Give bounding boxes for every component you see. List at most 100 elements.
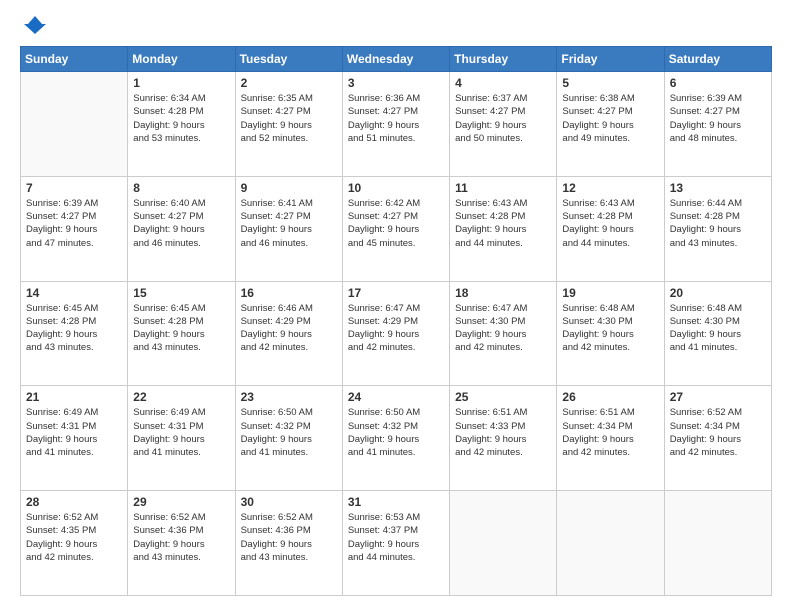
day-info: Sunrise: 6:43 AMSunset: 4:28 PMDaylight:… [455, 197, 551, 250]
calendar-cell: 11 Sunrise: 6:43 AMSunset: 4:28 PMDayligh… [450, 176, 557, 281]
day-info: Sunrise: 6:51 AMSunset: 4:34 PMDaylight:… [562, 406, 658, 459]
day-info: Sunrise: 6:52 AMSunset: 4:34 PMDaylight:… [670, 406, 766, 459]
week-row-5: 28 Sunrise: 6:52 AMSunset: 4:35 PMDayligh… [21, 491, 772, 596]
day-number: 8 [133, 181, 229, 195]
day-number: 27 [670, 390, 766, 404]
day-number: 20 [670, 286, 766, 300]
calendar-cell: 10 Sunrise: 6:42 AMSunset: 4:27 PMDayligh… [342, 176, 449, 281]
day-info: Sunrise: 6:50 AMSunset: 4:32 PMDaylight:… [241, 406, 337, 459]
week-row-3: 14 Sunrise: 6:45 AMSunset: 4:28 PMDayligh… [21, 281, 772, 386]
week-row-4: 21 Sunrise: 6:49 AMSunset: 4:31 PMDayligh… [21, 386, 772, 491]
day-number: 25 [455, 390, 551, 404]
day-number: 17 [348, 286, 444, 300]
calendar-cell: 24 Sunrise: 6:50 AMSunset: 4:32 PMDayligh… [342, 386, 449, 491]
day-info: Sunrise: 6:42 AMSunset: 4:27 PMDaylight:… [348, 197, 444, 250]
day-info: Sunrise: 6:48 AMSunset: 4:30 PMDaylight:… [670, 302, 766, 355]
day-info: Sunrise: 6:41 AMSunset: 4:27 PMDaylight:… [241, 197, 337, 250]
day-info: Sunrise: 6:45 AMSunset: 4:28 PMDaylight:… [26, 302, 122, 355]
day-info: Sunrise: 6:43 AMSunset: 4:28 PMDaylight:… [562, 197, 658, 250]
weekday-header-thursday: Thursday [450, 47, 557, 72]
day-number: 29 [133, 495, 229, 509]
day-number: 30 [241, 495, 337, 509]
day-info: Sunrise: 6:40 AMSunset: 4:27 PMDaylight:… [133, 197, 229, 250]
calendar-cell: 27 Sunrise: 6:52 AMSunset: 4:34 PMDayligh… [664, 386, 771, 491]
day-info: Sunrise: 6:49 AMSunset: 4:31 PMDaylight:… [133, 406, 229, 459]
day-info: Sunrise: 6:37 AMSunset: 4:27 PMDaylight:… [455, 92, 551, 145]
calendar-cell: 21 Sunrise: 6:49 AMSunset: 4:31 PMDayligh… [21, 386, 128, 491]
day-number: 16 [241, 286, 337, 300]
calendar-cell: 16 Sunrise: 6:46 AMSunset: 4:29 PMDayligh… [235, 281, 342, 386]
calendar-cell: 3Sunrise: 6:36 AMSunset: 4:27 PMDaylight… [342, 72, 449, 177]
day-info: Sunrise: 6:48 AMSunset: 4:30 PMDaylight:… [562, 302, 658, 355]
calendar-table: SundayMondayTuesdayWednesdayThursdayFrid… [20, 46, 772, 596]
weekday-header-saturday: Saturday [664, 47, 771, 72]
calendar-cell [450, 491, 557, 596]
calendar-cell: 13 Sunrise: 6:44 AMSunset: 4:28 PMDayligh… [664, 176, 771, 281]
day-number: 1 [133, 76, 229, 90]
day-number: 14 [26, 286, 122, 300]
week-row-1: 1 Sunrise: 6:34 AMSunset: 4:28 PMDaylight… [21, 72, 772, 177]
day-info: Sunrise: 6:52 AMSunset: 4:36 PMDaylight:… [133, 511, 229, 564]
calendar-cell: 6 Sunrise: 6:39 AMSunset: 4:27 PMDaylight… [664, 72, 771, 177]
calendar-cell: 18 Sunrise: 6:47 AMSunset: 4:30 PMDayligh… [450, 281, 557, 386]
day-info: Sunrise: 6:47 AMSunset: 4:30 PMDaylight:… [455, 302, 551, 355]
calendar-cell: 2 Sunrise: 6:35 AMSunset: 4:27 PMDaylight… [235, 72, 342, 177]
day-number: 21 [26, 390, 122, 404]
calendar-cell: 31 Sunrise: 6:53 AMSunset: 4:37 PMDayligh… [342, 491, 449, 596]
calendar-cell: 29 Sunrise: 6:52 AMSunset: 4:36 PMDayligh… [128, 491, 235, 596]
day-info: Sunrise: 6:45 AMSunset: 4:28 PMDaylight:… [133, 302, 229, 355]
calendar-cell: 22Sunrise: 6:49 AMSunset: 4:31 PMDayligh… [128, 386, 235, 491]
page: SundayMondayTuesdayWednesdayThursdayFrid… [0, 0, 792, 612]
day-info: Sunrise: 6:36 AMSunset: 4:27 PMDaylight:… [348, 92, 444, 145]
day-info: Sunrise: 6:39 AMSunset: 4:27 PMDaylight:… [670, 92, 766, 145]
calendar-cell: 4 Sunrise: 6:37 AMSunset: 4:27 PMDaylight… [450, 72, 557, 177]
calendar-cell: 12 Sunrise: 6:43 AMSunset: 4:28 PMDayligh… [557, 176, 664, 281]
day-number: 31 [348, 495, 444, 509]
calendar-cell: 14 Sunrise: 6:45 AMSunset: 4:28 PMDayligh… [21, 281, 128, 386]
day-number: 19 [562, 286, 658, 300]
day-info: Sunrise: 6:44 AMSunset: 4:28 PMDaylight:… [670, 197, 766, 250]
weekday-header-sunday: Sunday [21, 47, 128, 72]
day-number: 5 [562, 76, 658, 90]
day-info: Sunrise: 6:39 AMSunset: 4:27 PMDaylight:… [26, 197, 122, 250]
day-number: 24 [348, 390, 444, 404]
day-number: 2 [241, 76, 337, 90]
day-info: Sunrise: 6:50 AMSunset: 4:32 PMDaylight:… [348, 406, 444, 459]
day-info: Sunrise: 6:47 AMSunset: 4:29 PMDaylight:… [348, 302, 444, 355]
calendar-cell: 25Sunrise: 6:51 AMSunset: 4:33 PMDayligh… [450, 386, 557, 491]
day-number: 11 [455, 181, 551, 195]
day-number: 6 [670, 76, 766, 90]
calendar-cell: 8 Sunrise: 6:40 AMSunset: 4:27 PMDaylight… [128, 176, 235, 281]
weekday-header-row: SundayMondayTuesdayWednesdayThursdayFrid… [21, 47, 772, 72]
calendar-cell [557, 491, 664, 596]
day-info: Sunrise: 6:53 AMSunset: 4:37 PMDaylight:… [348, 511, 444, 564]
day-number: 26 [562, 390, 658, 404]
day-number: 18 [455, 286, 551, 300]
calendar-cell: 7 Sunrise: 6:39 AMSunset: 4:27 PMDaylight… [21, 176, 128, 281]
day-number: 10 [348, 181, 444, 195]
calendar-cell [664, 491, 771, 596]
day-number: 12 [562, 181, 658, 195]
calendar-cell [21, 72, 128, 177]
weekday-header-wednesday: Wednesday [342, 47, 449, 72]
logo-icon [24, 16, 46, 34]
calendar-cell: 28 Sunrise: 6:52 AMSunset: 4:35 PMDayligh… [21, 491, 128, 596]
day-info: Sunrise: 6:34 AMSunset: 4:28 PMDaylight:… [133, 92, 229, 145]
calendar-cell: 23Sunrise: 6:50 AMSunset: 4:32 PMDayligh… [235, 386, 342, 491]
calendar-cell: 20 Sunrise: 6:48 AMSunset: 4:30 PMDayligh… [664, 281, 771, 386]
calendar-cell: 1 Sunrise: 6:34 AMSunset: 4:28 PMDaylight… [128, 72, 235, 177]
weekday-header-monday: Monday [128, 47, 235, 72]
week-row-2: 7 Sunrise: 6:39 AMSunset: 4:27 PMDaylight… [21, 176, 772, 281]
day-info: Sunrise: 6:49 AMSunset: 4:31 PMDaylight:… [26, 406, 122, 459]
calendar-cell: 9 Sunrise: 6:41 AMSunset: 4:27 PMDaylight… [235, 176, 342, 281]
day-info: Sunrise: 6:52 AMSunset: 4:35 PMDaylight:… [26, 511, 122, 564]
weekday-header-friday: Friday [557, 47, 664, 72]
day-info: Sunrise: 6:46 AMSunset: 4:29 PMDaylight:… [241, 302, 337, 355]
day-number: 15 [133, 286, 229, 300]
day-number: 28 [26, 495, 122, 509]
day-number: 9 [241, 181, 337, 195]
day-number: 7 [26, 181, 122, 195]
day-number: 4 [455, 76, 551, 90]
day-number: 13 [670, 181, 766, 195]
day-info: Sunrise: 6:35 AMSunset: 4:27 PMDaylight:… [241, 92, 337, 145]
